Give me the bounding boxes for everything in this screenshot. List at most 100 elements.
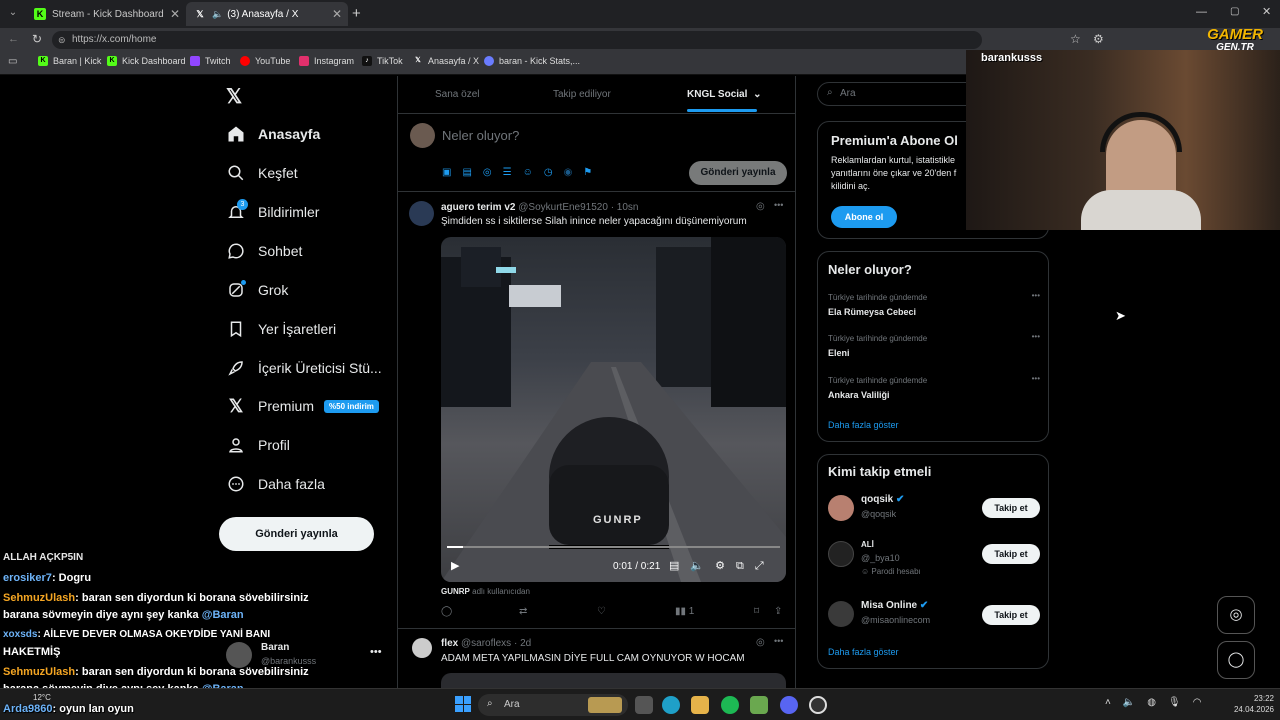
messages-floating-button[interactable]: ◯ [1217, 641, 1255, 679]
grok-floating-button[interactable]: ◎ [1217, 596, 1255, 634]
post[interactable]: aguero terim v2 @SoykurtEne91520 · 10sn … [398, 192, 795, 627]
edge-icon[interactable] [662, 696, 680, 714]
post[interactable]: flex @saroflexs · 2d ◎ ••• ADAM META YAP… [398, 629, 795, 693]
tab-kick-dashboard[interactable]: K Stream - Kick Dashboard ✕ [26, 2, 186, 26]
fullscreen-icon[interactable]: ⤢ [755, 560, 775, 572]
sidebar-item-explore[interactable]: Keşfet [226, 158, 298, 188]
maximize-icon[interactable]: ▢ [1230, 6, 1239, 17]
sidebar-item-premium[interactable]: 𝕏 Premium %50 indirim [226, 391, 379, 421]
shield-icon[interactable]: ◍ [1147, 697, 1168, 708]
sidebar-item-bookmarks[interactable]: Yer İşaretleri [226, 314, 336, 344]
post-author[interactable]: flex [441, 638, 458, 649]
post-time[interactable]: · 2d [514, 638, 531, 649]
more-horizontal-icon[interactable]: ••• [774, 636, 783, 646]
bookmark-twitch[interactable]: Twitch [190, 56, 231, 66]
bookmark-kick-stats[interactable]: baran - Kick Stats,... [484, 56, 580, 66]
bookmark-kick-dashboard[interactable]: K Kick Dashboard [107, 56, 186, 66]
grok-icon[interactable]: ◎ [483, 167, 503, 178]
post-time[interactable]: · 10sn [611, 202, 639, 213]
wifi-icon[interactable]: ◠ [1193, 697, 1214, 708]
post-author[interactable]: aguero terim v2 [441, 202, 515, 213]
tab-following[interactable]: Takip ediliyor [553, 89, 611, 100]
volume-icon[interactable]: 🔈 [1123, 697, 1147, 708]
close-icon[interactable]: ✕ [170, 7, 180, 21]
bookmark-x[interactable]: 𝕏 Anasayfa / X [413, 56, 479, 66]
url-field[interactable]: ⊜ https://x.com/home [52, 31, 982, 49]
back-icon[interactable]: ← [8, 33, 19, 45]
settings-icon[interactable]: ⚙ [715, 560, 736, 572]
follow-suggestion[interactable]: qoqsik ✔ @qoqsik Takip et [818, 493, 1050, 533]
gif-icon[interactable]: ▤ [462, 167, 482, 178]
tabs-icon[interactable]: ▭ [8, 56, 17, 67]
grok-icon[interactable]: ◎ [756, 201, 765, 212]
sidebar-item-chat[interactable]: Sohbet [226, 236, 302, 266]
extensions-icon[interactable]: ⚙ [1093, 32, 1104, 46]
sidebar-item-creator-studio[interactable]: İçerik Üreticisi Stü... [226, 353, 382, 383]
follow-button[interactable]: Takip et [982, 498, 1040, 518]
sidebar-item-more[interactable]: Daha fazla [226, 469, 325, 499]
more-horizontal-icon[interactable]: ••• [370, 646, 382, 658]
taskbar-search[interactable]: ⌕ Ara [478, 694, 628, 716]
bookmark-youtube[interactable]: YouTube [240, 56, 290, 66]
bookmark-instagram[interactable]: Instagram [299, 56, 354, 66]
post-handle[interactable]: @saroflexs [461, 638, 511, 649]
reply-icon[interactable]: ◯ [441, 606, 452, 617]
close-icon[interactable]: ✕ [332, 7, 342, 21]
flag-icon[interactable]: ⚑ [583, 167, 603, 178]
minimize-icon[interactable]: — [1196, 6, 1207, 18]
site-info-icon[interactable]: ⊜ [58, 31, 66, 49]
more-horizontal-icon[interactable]: ••• [1032, 332, 1040, 341]
x-logo-icon[interactable]: 𝕏 [226, 84, 242, 109]
sidebar-item-profile[interactable]: Profil [226, 430, 290, 460]
spotify-icon[interactable] [721, 696, 739, 714]
file-explorer-icon[interactable] [691, 696, 709, 714]
schedule-icon[interactable]: ◷ [544, 167, 564, 178]
reload-icon[interactable]: ↻ [32, 32, 42, 46]
follow-suggestion[interactable]: Misa Online ✔ @misaonlinecom Takip et [818, 599, 1050, 639]
more-horizontal-icon[interactable]: ••• [1032, 291, 1040, 300]
video-progress-track[interactable] [447, 546, 780, 548]
tab-x-home[interactable]: 𝕏 🔈 (3) Anasayfa / X ✕ [186, 2, 348, 26]
discord-icon[interactable] [780, 696, 798, 714]
captions-icon[interactable]: ▤ [669, 560, 690, 572]
microphone-icon[interactable]: 🎙 [1168, 697, 1193, 708]
windows-start-icon[interactable] [455, 696, 471, 712]
bookmark-icon[interactable]: ⌑ [754, 606, 759, 617]
source-name[interactable]: GUNRP [441, 587, 470, 596]
chevron-down-icon[interactable]: ⌄ [753, 89, 761, 100]
volume-icon[interactable]: 🔈 [690, 560, 715, 572]
tab-for-you[interactable]: Sana özel [435, 89, 479, 100]
close-window-icon[interactable]: ✕ [1262, 5, 1271, 18]
star-icon[interactable]: ☆ [1070, 32, 1081, 46]
sidebar-item-grok[interactable]: Grok [226, 275, 288, 305]
popout-icon[interactable]: ⧉ [736, 560, 755, 572]
emoji-icon[interactable]: ☺ [523, 167, 544, 178]
weather-temp[interactable]: 12°C [33, 693, 51, 702]
subscribe-button[interactable]: Abone ol [831, 206, 897, 228]
follow-button[interactable]: Takip et [982, 544, 1040, 564]
speaker-icon[interactable]: 🔈 [212, 9, 223, 20]
clock[interactable]: 23:22 24.04.2026 [1228, 693, 1274, 715]
location-icon[interactable]: ◉ [564, 167, 584, 178]
show-more-link[interactable]: Daha fazla göster [828, 647, 899, 657]
chevron-up-icon[interactable]: ˄ [1105, 697, 1123, 708]
sidebar-item-home[interactable]: Anasayfa [226, 119, 320, 149]
post-button[interactable]: Gönderi yayınla [219, 517, 374, 551]
task-view-icon[interactable] [635, 696, 653, 714]
post-handle[interactable]: @SoykurtEne91520 [518, 202, 608, 213]
sidebar-item-notifications[interactable]: 3 Bildirimler [226, 197, 319, 227]
views-icon[interactable]: ▮▮ 1 [675, 606, 694, 617]
tab-kngl-social[interactable]: KNGL Social ⌄ [687, 89, 762, 100]
trend-item[interactable]: Türkiye tarihinde gündemde Ankara Valili… [828, 374, 1040, 400]
image-icon[interactable]: ▣ [442, 167, 462, 178]
video-player[interactable]: GUNRP ▶ 0:01 / 0:21 ▤🔈⚙⧉⤢ [441, 237, 786, 582]
show-more-link[interactable]: Daha fazla göster [828, 420, 899, 430]
obs-icon[interactable] [809, 696, 827, 714]
follow-suggestion[interactable]: ALİ @_bya10 ☺ Parodi hesabı Takip et [818, 539, 1050, 587]
app-icon[interactable] [750, 696, 768, 714]
play-icon[interactable]: ▶ [451, 559, 459, 572]
more-horizontal-icon[interactable]: ••• [1032, 374, 1040, 383]
like-icon[interactable]: ♡ [597, 606, 606, 617]
more-horizontal-icon[interactable]: ••• [774, 200, 783, 210]
poll-icon[interactable]: ☰ [503, 167, 523, 178]
